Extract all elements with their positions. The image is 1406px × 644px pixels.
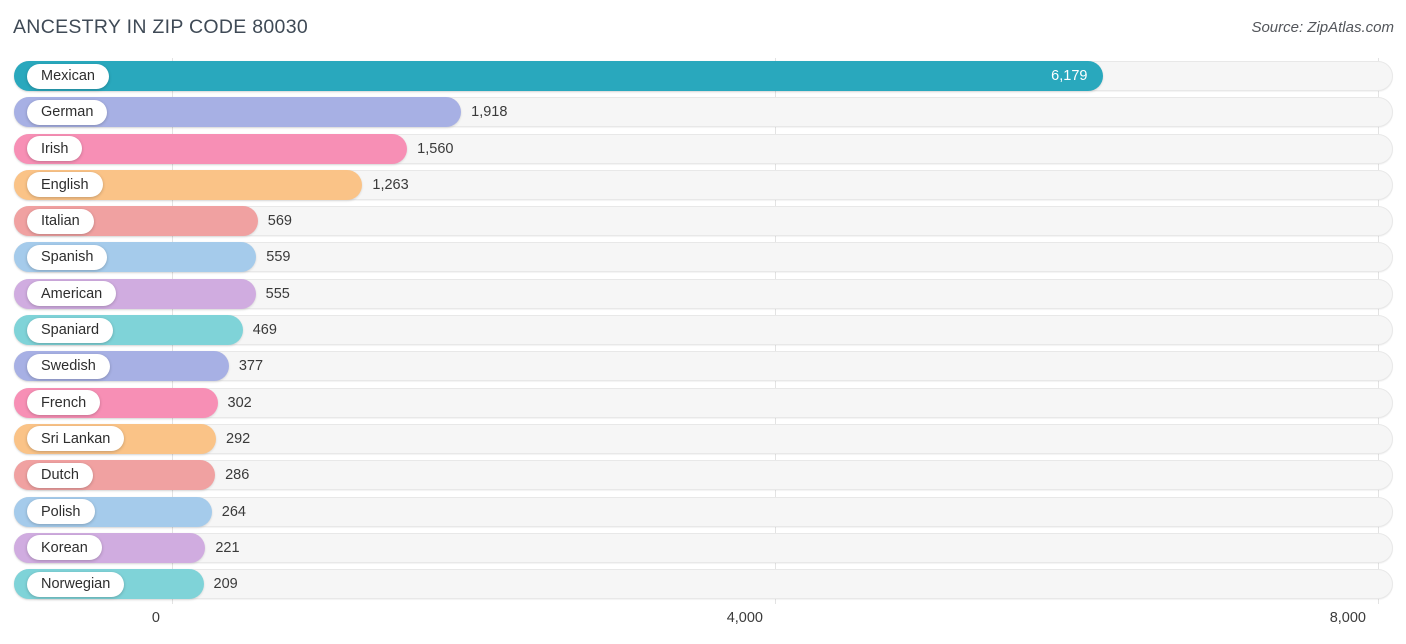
bar-row: Irish 1,560 xyxy=(0,131,1406,167)
axis-tick-label: 8,000 xyxy=(1329,610,1366,626)
bar-label-pill: English xyxy=(27,172,103,198)
bar-row: Italian 569 xyxy=(0,203,1406,239)
bar-label-pill: Swedish xyxy=(27,353,110,379)
page-title: ANCESTRY IN ZIP CODE 80030 xyxy=(13,16,308,38)
bar-row: American 555 xyxy=(0,276,1406,312)
bar-row: German 1,918 xyxy=(0,94,1406,130)
bar-row: Spanish 559 xyxy=(0,239,1406,275)
bar-label-pill: Italian xyxy=(27,208,94,234)
bar-row: Dutch 286 xyxy=(0,457,1406,493)
bar-row: French 302 xyxy=(0,385,1406,421)
plot-area: Mexican 6,179 German 1,918 Irish 1,560 English… xyxy=(0,58,1406,604)
bar-label-pill: Spanish xyxy=(27,244,108,270)
source-attribution: Source: ZipAtlas.com xyxy=(1251,19,1394,36)
bar-label-pill: Korean xyxy=(27,535,102,561)
bar-label-pill: Norwegian xyxy=(27,571,125,597)
bar-row: English 1,263 xyxy=(0,167,1406,203)
bar-value-label: 6,179 xyxy=(1051,68,1088,84)
bar-label-pill: German xyxy=(27,99,108,125)
bar-row: Norwegian 209 xyxy=(0,566,1406,602)
bar-row: Mexican 6,179 xyxy=(0,58,1406,94)
bar-value-label: 292 xyxy=(226,430,251,447)
bar-label-pill: Sri Lankan xyxy=(27,426,125,452)
bar-label-pill: Irish xyxy=(27,136,83,162)
bar-track xyxy=(14,460,1393,491)
chart-page: ANCESTRY IN ZIP CODE 80030 Source: ZipAt… xyxy=(0,0,1406,644)
bar-value-label: 377 xyxy=(238,358,264,375)
bar-label-pill: Polish xyxy=(27,499,95,525)
bar-track xyxy=(14,387,1393,418)
bar-value-label: 286 xyxy=(225,467,250,484)
bar-value-label: 559 xyxy=(266,249,291,266)
bar-row: Spaniard 469 xyxy=(0,312,1406,348)
axis-tick-label: 4,000 xyxy=(726,610,763,626)
axis-tick-label: 0 xyxy=(151,610,160,626)
bar-label-pill: French xyxy=(27,390,101,416)
bar-value-label: 1,263 xyxy=(372,176,409,193)
bar-value-label: 1,560 xyxy=(417,140,454,157)
bar-value-label: 302 xyxy=(227,394,252,411)
bar-label-pill: Spaniard xyxy=(27,317,114,343)
bar-value-label: 221 xyxy=(215,539,240,556)
bar-rows: Mexican 6,179 German 1,918 Irish 1,560 English… xyxy=(0,58,1406,602)
bar-label-pill: American xyxy=(27,281,117,307)
bar-track xyxy=(14,423,1393,454)
bar-value-label: 469 xyxy=(252,322,277,339)
bar-row: Polish 264 xyxy=(0,494,1406,530)
x-axis: 0 4,000 8,000 xyxy=(0,604,1406,644)
bar-label-pill: Dutch xyxy=(27,462,93,488)
bar-value-label: 569 xyxy=(267,213,292,230)
bar-value-label: 209 xyxy=(213,576,238,593)
bar-value-label: 555 xyxy=(265,285,290,302)
bar-row: Korean 221 xyxy=(0,530,1406,566)
bar-value-label: 1,918 xyxy=(471,104,508,121)
bar-value-label: 264 xyxy=(221,503,246,520)
bar-row: Sri Lankan 292 xyxy=(0,421,1406,457)
bar-row: Swedish 377 xyxy=(0,348,1406,384)
